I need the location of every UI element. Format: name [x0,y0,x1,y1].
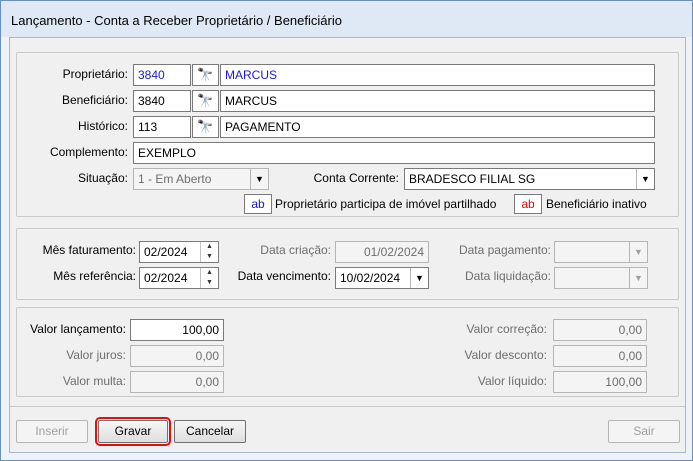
valor-liquido-label: Valor líquido: [477,374,547,388]
binoculars-icon: 🔭 [197,67,214,82]
data-liquidacao-picker[interactable]: ▼ [554,267,648,289]
conta-corrente-value: BRADESCO FILIAL SG [409,172,536,186]
data-liquidacao-label: Data liquidação: [464,269,551,283]
spin-down-icon[interactable]: ▼ [201,278,218,288]
valor-desconto-input[interactable]: 0,00 [553,345,647,367]
situacao-select[interactable]: 1 - Em Aberto ▼ [133,168,269,190]
historico-name-input[interactable]: PAGAMENTO [220,116,655,138]
data-pagamento-label: Data pagamento: [458,243,551,257]
valor-liquido-input[interactable]: 100,00 [553,371,647,393]
mes-referencia-value: 02/2024 [144,271,188,285]
valor-desconto-label: Valor desconto: [464,348,548,362]
spin-up-icon[interactable]: ▲ [201,242,218,252]
title-bar: Lançamento - Conta a Receber Proprietári… [1,1,692,37]
valor-correcao-label: Valor correção: [466,322,547,336]
beneficiario-label: Beneficiário: [61,93,128,107]
spin-down-icon[interactable]: ▼ [201,252,218,262]
conta-corrente-label: Conta Corrente: [313,171,399,185]
mes-referencia-label: Mês referência: [53,269,136,283]
values-group: Valor lançamento: 100,00 Valor juros: 0,… [16,307,679,397]
mes-faturamento-spinner[interactable]: 02/2024 ▲ ▼ [139,241,219,263]
proprietario-name-input[interactable]: MARCUS [220,64,655,86]
data-criacao-label: Data criação: [260,243,331,257]
main-info-group: Proprietário: 3840 🔭 MARCUS Beneficiário… [16,52,679,217]
valor-multa-label: Valor multa: [62,374,126,388]
data-pagamento-picker[interactable]: ▼ [554,241,648,263]
situacao-label: Situação: [77,171,128,185]
data-vencimento-picker[interactable]: 10/02/2024 ▼ [335,267,429,289]
chevron-down-icon[interactable]: ▼ [410,268,428,288]
valor-multa-input[interactable]: 0,00 [130,371,224,393]
valor-juros-label: Valor juros: [66,348,126,362]
spin-up-icon[interactable]: ▲ [201,268,218,278]
valor-juros-input[interactable]: 0,00 [130,345,224,367]
proprietario-code-input[interactable]: 3840 [133,64,191,86]
beneficiario-find-button[interactable]: 🔭 [192,90,219,112]
inserir-button[interactable]: Inserir [16,420,88,443]
data-criacao-input[interactable]: 01/02/2024 [335,241,429,263]
inactive-beneficiary-badge: ab [514,194,542,214]
complemento-input[interactable]: EXEMPLO [133,142,655,164]
chevron-down-icon[interactable]: ▼ [250,169,268,189]
cancelar-button[interactable]: Cancelar [174,420,246,443]
spin-buttons[interactable]: ▲ ▼ [200,242,218,262]
beneficiario-code-input[interactable]: 3840 [133,90,191,112]
mes-faturamento-value: 02/2024 [144,245,188,259]
chevron-down-icon[interactable]: ▼ [629,242,647,262]
dates-group: Mês faturamento: 02/2024 ▲ ▼ Mês referên… [16,228,679,300]
historico-code-input[interactable]: 113 [133,116,191,138]
chevron-down-icon[interactable]: ▼ [629,268,647,288]
historico-find-button[interactable]: 🔭 [192,116,219,138]
binoculars-icon: 🔭 [197,93,214,108]
mes-faturamento-label: Mês faturamento: [42,243,136,257]
divider [10,406,685,407]
window-title: Lançamento - Conta a Receber Proprietári… [11,13,342,28]
valor-correcao-input[interactable]: 0,00 [553,319,647,341]
chevron-down-icon[interactable]: ▼ [636,169,654,189]
gravar-button[interactable]: Gravar [95,417,171,446]
historico-label: Histórico: [77,119,128,133]
sair-button[interactable]: Sair [608,420,680,443]
shared-property-badge: ab [244,194,272,214]
beneficiario-name-input[interactable]: MARCUS [220,90,655,112]
dialog-body: Proprietário: 3840 🔭 MARCUS Beneficiário… [9,37,686,453]
valor-lancamento-label: Valor lançamento: [30,322,126,336]
inactive-beneficiary-text: Beneficiário inativo [546,197,647,211]
valor-lancamento-input[interactable]: 100,00 [130,319,224,341]
spin-buttons[interactable]: ▲ ▼ [200,268,218,288]
dialog-window: Lançamento - Conta a Receber Proprietári… [0,0,693,461]
conta-corrente-select[interactable]: BRADESCO FILIAL SG ▼ [404,168,655,190]
situacao-value: 1 - Em Aberto [138,172,212,186]
data-vencimento-value: 10/02/2024 [340,271,401,285]
data-vencimento-label: Data vencimento: [237,269,331,283]
proprietario-find-button[interactable]: 🔭 [192,64,219,86]
shared-property-text: Proprietário participa de imóvel partilh… [275,197,497,211]
proprietario-label: Proprietário: [62,67,128,81]
complemento-label: Complemento: [49,145,128,159]
mes-referencia-spinner[interactable]: 02/2024 ▲ ▼ [139,267,219,289]
binoculars-icon: 🔭 [197,119,214,134]
